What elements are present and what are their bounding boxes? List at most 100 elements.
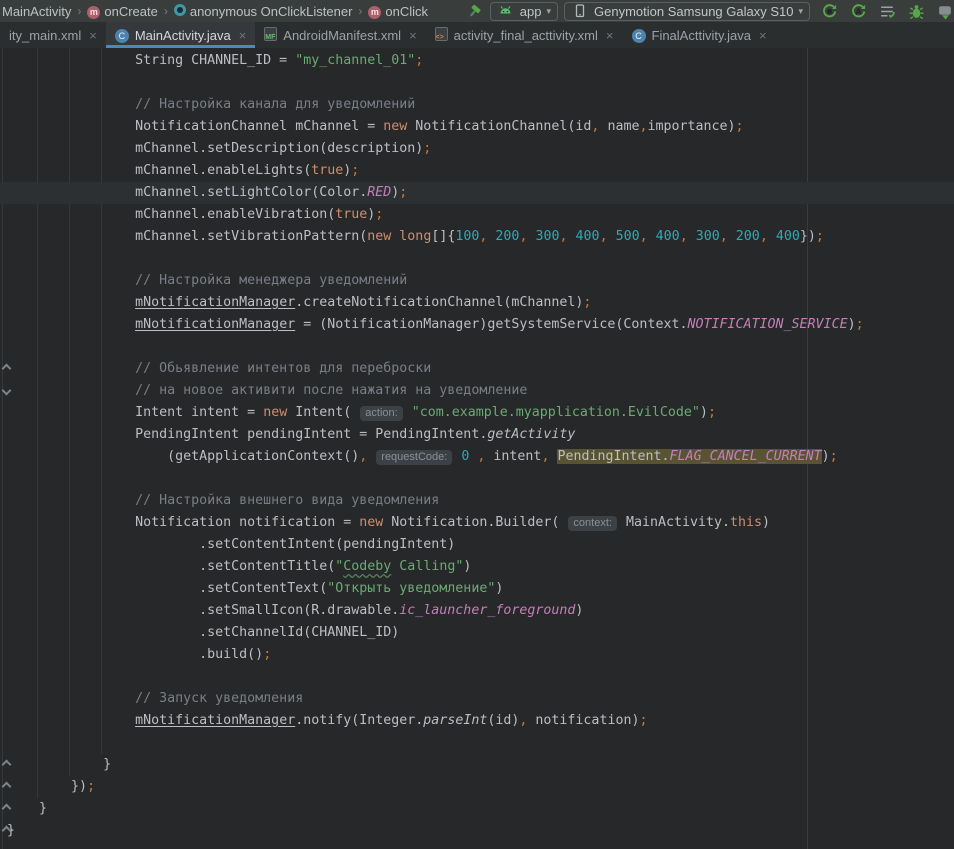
- close-tab-icon[interactable]: ×: [89, 28, 97, 43]
- code-line[interactable]: (getApplicationContext(), requestCode: 0…: [7, 446, 864, 468]
- code-line[interactable]: [7, 336, 864, 358]
- device-selector[interactable]: Genymotion Samsung Galaxy S10 ▾: [564, 2, 810, 21]
- code-editor[interactable]: String CHANNEL_ID = "my_channel_01"; // …: [0, 48, 954, 849]
- code-token: 500: [616, 229, 640, 244]
- tab-activity_final_acttivity.xml[interactable]: <>activity_final_acttivity.xml×: [426, 22, 623, 48]
- code-token: ;: [399, 185, 407, 200]
- close-tab-icon[interactable]: ×: [759, 28, 767, 43]
- code-token: 400: [576, 229, 600, 244]
- code-token: "com.example.myapplication.EvilCode": [412, 405, 700, 420]
- code-line[interactable]: }: [7, 798, 864, 820]
- code-line[interactable]: });: [7, 776, 864, 798]
- code-token: MainActivity.: [618, 515, 730, 530]
- tab-MainActivity.java[interactable]: CMainActivity.java×: [106, 22, 255, 48]
- code-token: Intent(: [287, 405, 359, 420]
- code-token: [367, 449, 375, 464]
- tab-ity_main.xml[interactable]: ity_main.xml×: [0, 22, 106, 48]
- code-line[interactable]: }: [7, 820, 864, 842]
- code-line[interactable]: [7, 72, 864, 94]
- code-token: [608, 229, 616, 244]
- code-line[interactable]: // Запуск уведомления: [7, 688, 864, 710]
- apply-changes-icon[interactable]: [820, 2, 838, 20]
- code-line[interactable]: // Настройка менеджера уведомлений: [7, 270, 864, 292]
- code-token: ic_launcher_foreground: [399, 603, 575, 618]
- coverage-icon[interactable]: [878, 2, 896, 20]
- parameter-hint-chip: context:: [568, 516, 617, 531]
- code-token: // Настройка канала для уведомлений: [7, 97, 415, 112]
- code-line[interactable]: NotificationChannel mChannel = new Notif…: [7, 116, 864, 138]
- breadcrumb-item[interactable]: monClick: [368, 3, 428, 19]
- code-line[interactable]: .build();: [7, 644, 864, 666]
- code-token: .setContentTitle(: [7, 559, 335, 574]
- code-line[interactable]: Notification notification = new Notifica…: [7, 512, 864, 534]
- toolbar-action-icons: A: [820, 2, 954, 20]
- code-token: new: [367, 229, 391, 244]
- code-line[interactable]: .setContentTitle("Codeby Calling"): [7, 556, 864, 578]
- close-tab-icon[interactable]: ×: [606, 28, 614, 43]
- code-line[interactable]: // Настройка канала для уведомлений: [7, 94, 864, 116]
- code-line[interactable]: Intent intent = new Intent( action: "com…: [7, 402, 864, 424]
- code-token: 200: [736, 229, 760, 244]
- tab-AndroidManifest.xml[interactable]: MFAndroidManifest.xml×: [255, 22, 425, 48]
- code-token: = (NotificationManager)getSystemService(…: [295, 317, 687, 332]
- code-line[interactable]: mNotificationManager.notify(Integer.pars…: [7, 710, 864, 732]
- code-line[interactable]: mChannel.setDescription(description);: [7, 138, 864, 160]
- code-token: NotificationChannel(id: [407, 119, 591, 134]
- apply-code-changes-icon[interactable]: A: [849, 2, 867, 20]
- code-line[interactable]: .setContentText("Открыть уведомление"): [7, 578, 864, 600]
- breadcrumb-separator: ›: [164, 4, 168, 18]
- code-line[interactable]: PendingIntent pendingIntent = PendingInt…: [7, 424, 864, 446]
- code-line[interactable]: mChannel.setLightColor(Color.RED);: [7, 182, 864, 204]
- breadcrumb-label: anonymous OnClickListener: [190, 4, 353, 19]
- code-line[interactable]: mChannel.enableVibration(true);: [7, 204, 864, 226]
- code-token: Intent intent =: [7, 405, 263, 420]
- android-studio-window: MainActivity›monCreate›anonymous OnClick…: [0, 0, 954, 849]
- code-line[interactable]: mNotificationManager = (NotificationMana…: [7, 314, 864, 336]
- code-line[interactable]: .setChannelId(CHANNEL_ID): [7, 622, 864, 644]
- code-line[interactable]: .setContentIntent(pendingIntent): [7, 534, 864, 556]
- debug-icon[interactable]: [907, 2, 925, 20]
- code-line[interactable]: mChannel.setVibrationPattern(new long[]{…: [7, 226, 864, 248]
- code-token: ;: [87, 779, 95, 794]
- code-token: ;: [415, 53, 423, 68]
- tab-label: MainActivity.java: [135, 28, 231, 43]
- code-line[interactable]: [7, 468, 864, 490]
- code-line[interactable]: .setSmallIcon(R.drawable.ic_launcher_for…: [7, 600, 864, 622]
- code-token: intent: [485, 449, 541, 464]
- close-tab-icon[interactable]: ×: [409, 28, 417, 43]
- code-token: [728, 229, 736, 244]
- code-token: 100: [455, 229, 479, 244]
- code-line[interactable]: // на новое активити после нажатия на ув…: [7, 380, 864, 402]
- breadcrumb-label: onClick: [385, 4, 428, 19]
- hammer-icon[interactable]: [466, 2, 484, 20]
- code-line[interactable]: [7, 248, 864, 270]
- code-line[interactable]: // Обьявление интентов для переброски: [7, 358, 864, 380]
- code-token: "Открыть уведомление": [327, 581, 495, 596]
- code-token: (getApplicationContext(): [7, 449, 359, 464]
- code-token: Codeby: [343, 559, 391, 574]
- code-line[interactable]: mChannel.enableLights(true);: [7, 160, 864, 182]
- code-token: 200: [495, 229, 519, 244]
- close-tab-icon[interactable]: ×: [239, 28, 247, 43]
- code-token: ;: [351, 163, 359, 178]
- code-token: Notification.Builder(: [383, 515, 567, 530]
- code-line[interactable]: // Настройка внешнего вида уведомления: [7, 490, 864, 512]
- breadcrumb-item[interactable]: anonymous OnClickListener: [174, 4, 353, 19]
- tab-FinalActtivity.java[interactable]: CFinalActtivity.java×: [623, 22, 776, 48]
- code-token: mChannel.enableVibration(: [7, 207, 335, 222]
- code-line[interactable]: String CHANNEL_ID = "my_channel_01";: [7, 50, 864, 72]
- code-line[interactable]: [7, 732, 864, 754]
- code-line[interactable]: mNotificationManager.createNotificationC…: [7, 292, 864, 314]
- breadcrumb-item[interactable]: MainActivity: [2, 4, 71, 19]
- code-token: // Настройка менеджера уведомлений: [7, 273, 407, 288]
- toolbar-right-group: app ▾ Genymotion Samsung Galaxy S10 ▾ A: [466, 2, 954, 21]
- code-token: // Обьявление интентов для переброски: [7, 361, 431, 376]
- breadcrumb: MainActivity›monCreate›anonymous OnClick…: [2, 3, 428, 19]
- attach-debugger-icon[interactable]: [936, 2, 954, 20]
- breadcrumb-item[interactable]: monCreate: [87, 3, 157, 19]
- code-line[interactable]: }: [7, 754, 864, 776]
- run-config-selector[interactable]: app ▾: [490, 2, 558, 21]
- code-token: parseInt: [423, 713, 487, 728]
- code-token: ;: [830, 449, 838, 464]
- code-line[interactable]: [7, 666, 864, 688]
